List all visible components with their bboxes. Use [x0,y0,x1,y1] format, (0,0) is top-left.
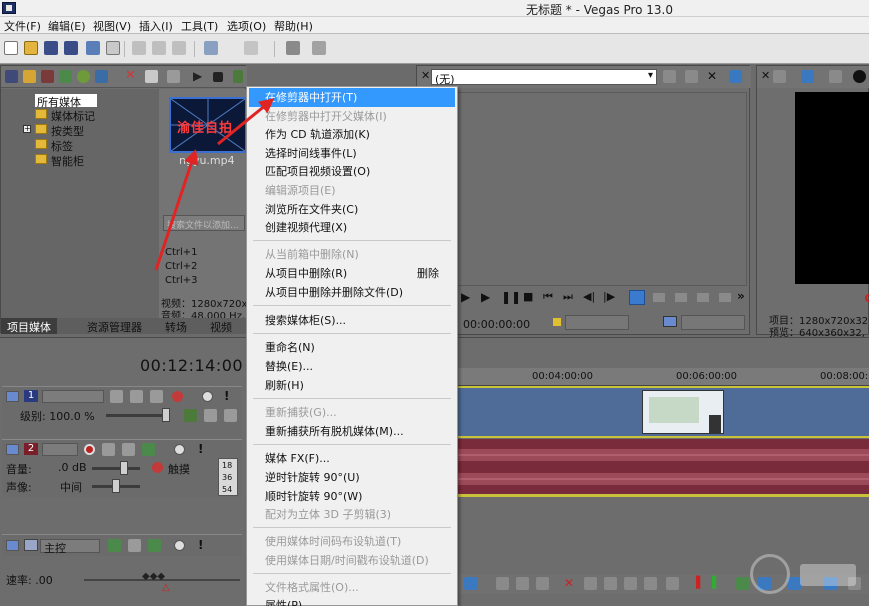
arrow-to-thumbnail [154,149,199,271]
watermark-text-block [800,564,856,586]
annotation-arrows [154,98,275,271]
arrow-to-menu-item [217,98,275,146]
watermark-logo [730,548,869,606]
watermark-circle [750,554,790,594]
